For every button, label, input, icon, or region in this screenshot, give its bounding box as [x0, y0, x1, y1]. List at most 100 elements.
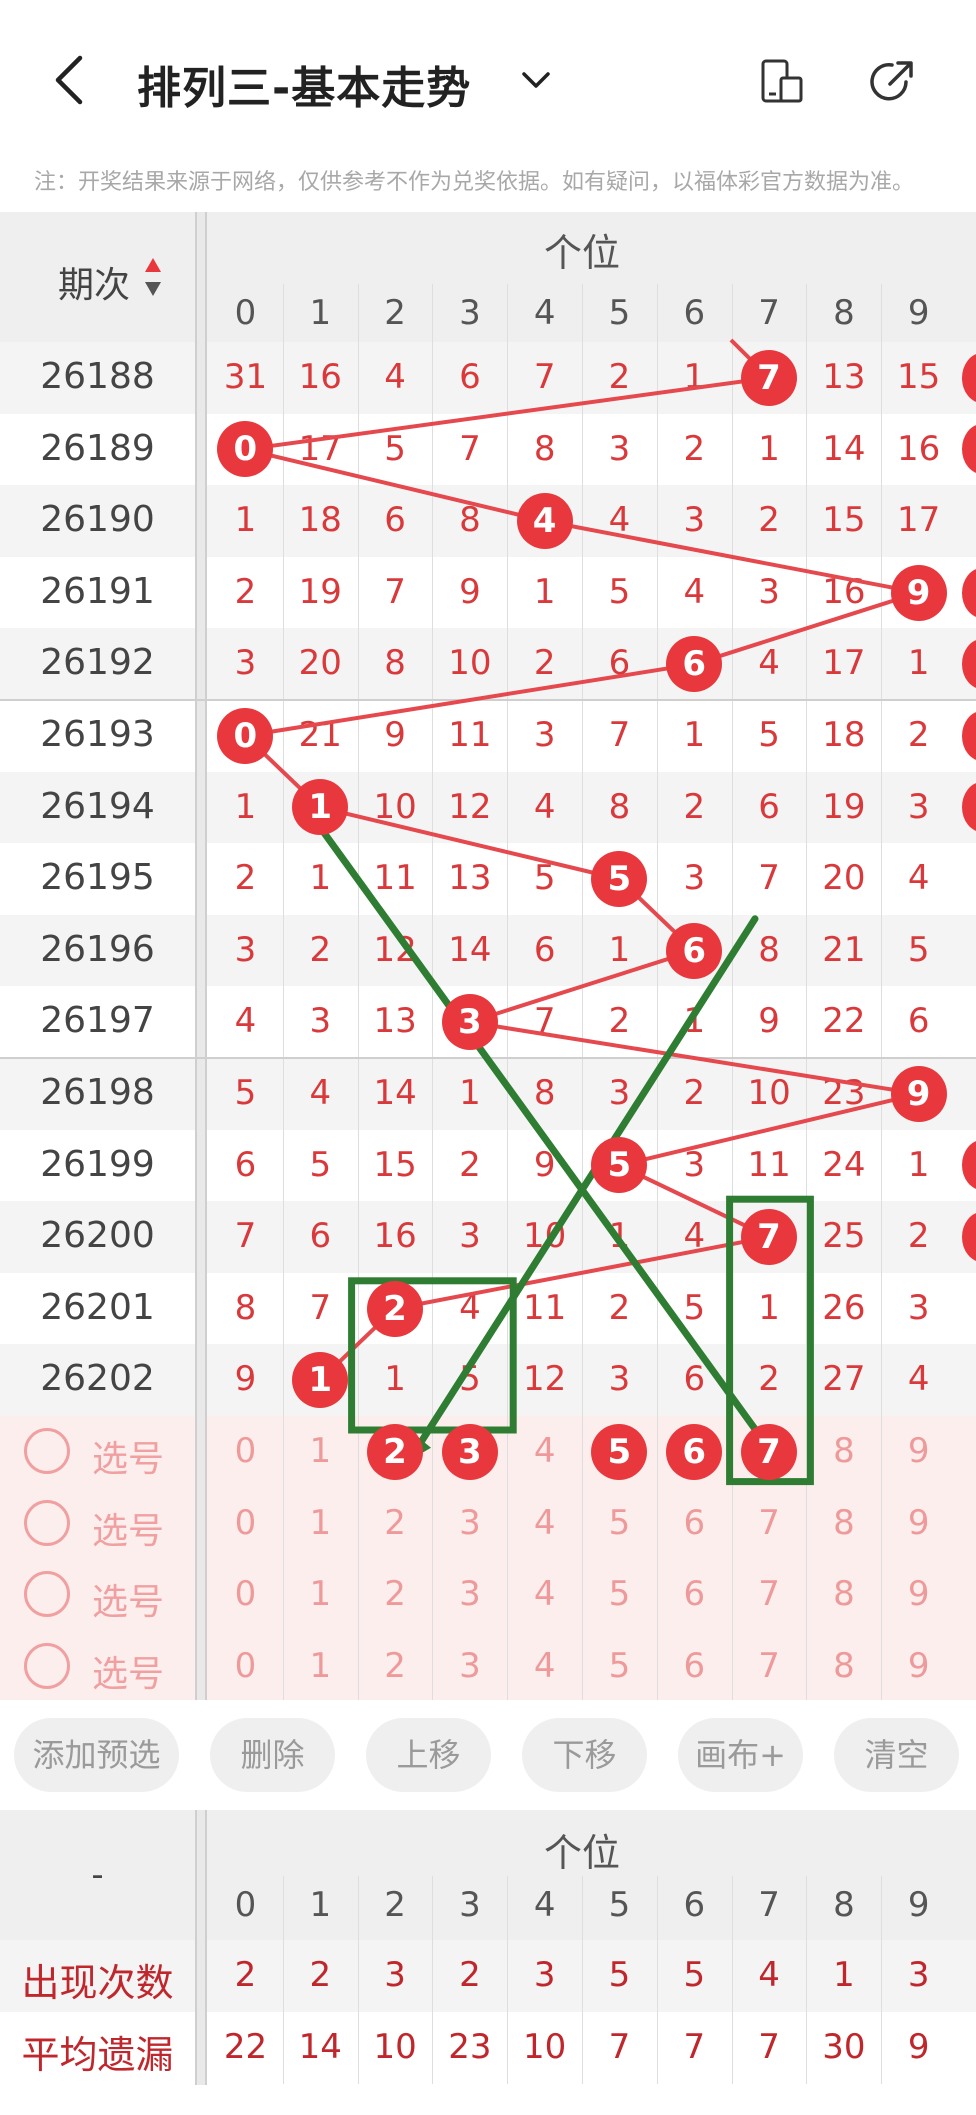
miss-count-cell: 9 — [533, 1144, 556, 1185]
picker-digit[interactable]: 5 — [582, 1503, 657, 1543]
stats-value: 7 — [683, 2027, 706, 2067]
picker-digit[interactable]: 6 — [657, 1574, 732, 1614]
action-button[interactable]: 删除 — [210, 1718, 335, 1792]
digit-column-header: 3 — [459, 293, 481, 333]
picker-digit[interactable]: 9 — [881, 1431, 956, 1471]
miss-count-cell: 4 — [384, 357, 406, 397]
picked-ball[interactable]: 5 — [591, 1423, 648, 1480]
action-button[interactable]: 清空 — [834, 1718, 959, 1792]
picker-digit[interactable]: 9 — [881, 1646, 956, 1686]
miss-count-cell: 1 — [758, 428, 780, 469]
miss-count-cell: 6 — [533, 929, 556, 970]
picker-digit[interactable]: 8 — [806, 1431, 881, 1471]
picker-label[interactable]: 选号 — [92, 1502, 164, 1554]
picker-label[interactable]: 选号 — [92, 1430, 164, 1482]
picker-digit[interactable]: 0 — [208, 1431, 283, 1471]
picker-digit[interactable]: 6 — [657, 1646, 732, 1686]
stats-column-line — [582, 1876, 583, 2084]
picker-radio[interactable] — [24, 1428, 70, 1474]
miss-count-cell: 12 — [523, 1359, 567, 1400]
picker-radio[interactable] — [24, 1642, 70, 1689]
picker-digit[interactable]: 6 — [657, 1503, 732, 1543]
picker-digit[interactable]: 7 — [732, 1574, 807, 1614]
picker-digit[interactable]: 4 — [507, 1431, 582, 1471]
picker-digit[interactable]: 3 — [432, 1503, 507, 1543]
miss-count-cell: 4 — [533, 786, 556, 827]
picker-digit[interactable]: 2 — [358, 1503, 433, 1543]
picker-digit[interactable]: 5 — [582, 1574, 657, 1614]
picker-digit[interactable]: 5 — [582, 1646, 657, 1686]
picker-digit[interactable]: 2 — [358, 1574, 433, 1614]
issue-number: 26188 — [40, 356, 155, 397]
grid-column-line — [656, 284, 658, 1703]
issue-number: 26197 — [40, 1000, 155, 1042]
miss-count-cell: 1 — [683, 715, 706, 755]
miss-count-cell: 8 — [533, 1073, 556, 1113]
picker-digit[interactable]: 4 — [507, 1646, 582, 1686]
picker-digit[interactable]: 9 — [881, 1574, 956, 1614]
grid-column-line — [357, 284, 359, 1703]
digit-column-header: 8 — [833, 293, 855, 333]
miss-count-cell: 11 — [373, 858, 417, 899]
miss-count-cell: 10 — [373, 786, 417, 827]
picker-digit[interactable]: 1 — [283, 1503, 358, 1543]
stats-separator — [195, 1810, 207, 2085]
picked-ball[interactable]: 2 — [367, 1423, 423, 1480]
picker-digit[interactable]: 7 — [732, 1646, 807, 1686]
miss-count-cell: 2 — [234, 571, 257, 612]
share-icon[interactable] — [866, 56, 918, 108]
picker-label[interactable]: 选号 — [92, 1645, 164, 1697]
picker-radio[interactable] — [24, 1571, 70, 1618]
picker-radio[interactable] — [24, 1499, 70, 1546]
picker-digit[interactable]: 4 — [507, 1574, 582, 1614]
miss-count-cell: 13 — [373, 1001, 417, 1042]
device-icon[interactable] — [756, 56, 808, 108]
picker-digit[interactable]: 3 — [432, 1574, 507, 1614]
picker-digit[interactable]: 0 — [208, 1503, 283, 1543]
picker-digit[interactable]: 4 — [507, 1503, 582, 1543]
miss-count-cell: 5 — [758, 715, 780, 755]
miss-count-cell: 12 — [448, 786, 492, 827]
picker-digit[interactable]: 2 — [358, 1646, 433, 1686]
picker-digit[interactable]: 1 — [283, 1646, 358, 1686]
hit-ball: 6 — [666, 636, 723, 693]
miss-count-cell: 6 — [683, 1359, 706, 1400]
picker-digit[interactable]: 8 — [806, 1574, 881, 1614]
hit-ball: 1 — [292, 1352, 349, 1409]
miss-count-cell: 1 — [907, 1144, 930, 1185]
miss-count-cell: 1 — [758, 1287, 780, 1328]
action-button[interactable]: 上移 — [366, 1718, 491, 1792]
back-icon[interactable] — [50, 50, 90, 110]
miss-count-cell: 4 — [234, 1001, 257, 1042]
picker-label[interactable]: 选号 — [92, 1573, 164, 1625]
sort-icon[interactable] — [143, 256, 163, 298]
picker-digit[interactable]: 3 — [432, 1646, 507, 1686]
picker-digit[interactable]: 7 — [732, 1503, 807, 1543]
issue-column-header: 期次 — [58, 265, 131, 306]
stats-digit-header: 4 — [533, 1885, 556, 1925]
action-button[interactable]: 添加预选 — [14, 1718, 179, 1792]
chevron-down-icon[interactable] — [518, 62, 554, 98]
picker-digit[interactable]: 8 — [806, 1646, 881, 1686]
digit-column-header: 7 — [758, 293, 780, 333]
picker-digit[interactable]: 0 — [208, 1646, 283, 1686]
picker-digit[interactable]: 1 — [283, 1431, 358, 1471]
action-button[interactable]: 下移 — [522, 1718, 647, 1792]
picker-digit[interactable]: 9 — [881, 1503, 956, 1543]
miss-count-cell: 25 — [822, 1216, 866, 1257]
miss-count-cell: 6 — [309, 1216, 332, 1257]
miss-count-cell: 10 — [523, 1216, 567, 1257]
picker-digit[interactable]: 8 — [806, 1503, 881, 1543]
picked-ball[interactable]: 6 — [666, 1423, 723, 1480]
miss-count-cell: 4 — [309, 1073, 332, 1113]
picker-digit[interactable]: 1 — [283, 1574, 358, 1614]
picked-ball[interactable]: 3 — [441, 1423, 498, 1480]
miss-count-cell: 4 — [683, 1216, 706, 1257]
stats-value: 7 — [608, 2027, 631, 2067]
miss-count-cell: 2 — [758, 500, 780, 541]
picker-digit[interactable]: 0 — [208, 1574, 283, 1614]
action-button[interactable]: 画布+ — [678, 1718, 803, 1792]
miss-count-cell: 19 — [298, 571, 342, 612]
picked-ball[interactable]: 7 — [741, 1423, 797, 1480]
miss-count-cell: 7 — [459, 428, 481, 469]
